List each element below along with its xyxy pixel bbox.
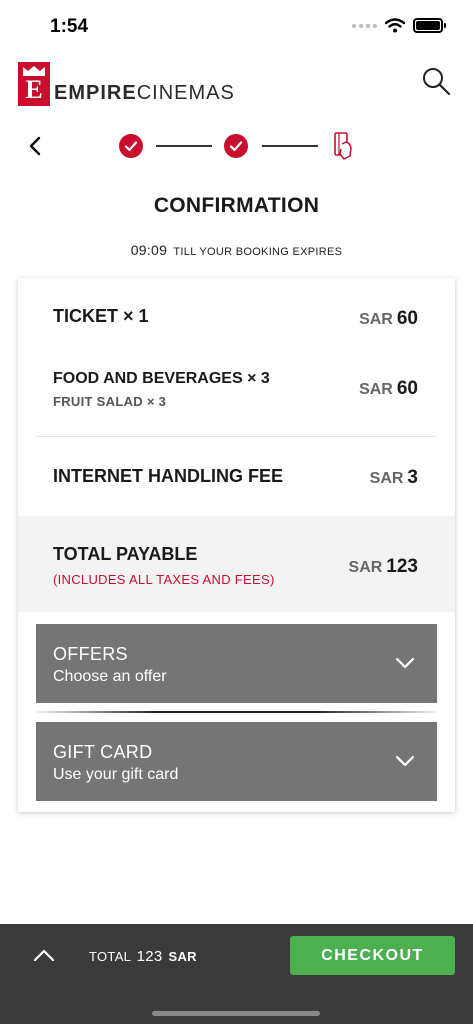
expiry-text: TILL YOUR BOOKING EXPIRES — [173, 246, 343, 258]
chevron-up-icon[interactable] — [32, 946, 56, 964]
chevron-down-icon — [395, 755, 415, 767]
footer-total-currency: SAR — [168, 949, 197, 964]
brand-name-light: CINEMAS — [136, 82, 235, 104]
total-payable-price: SAR 123 — [349, 556, 418, 578]
expiry-timer: 09:09 — [130, 242, 168, 258]
status-icons — [352, 18, 446, 33]
footer-total-amount: 123 — [136, 948, 163, 965]
logo-letter: E — [25, 75, 43, 104]
battery-icon — [413, 18, 446, 33]
payment-card-icon — [334, 132, 352, 160]
ticket-currency: SAR — [359, 311, 393, 328]
ticket-amount: 60 — [396, 308, 418, 329]
brand-name: EMPIRECINEMAS — [54, 82, 235, 106]
home-indicator — [152, 1011, 320, 1016]
checkmark-icon — [229, 141, 243, 152]
checkout-bar: TOTAL 123 SAR CHECKOUT — [0, 924, 473, 1024]
total-payable-block: TOTAL PAYABLE (INCLUDES ALL TAXES AND FE… — [18, 516, 455, 612]
checkout-button[interactable]: CHECKOUT — [290, 936, 455, 975]
gift-card-accordion[interactable]: GIFT CARD Use your gift card — [36, 722, 437, 801]
step-connector — [156, 145, 212, 147]
food-item-detail: FRUIT SALAD × 3 — [53, 394, 167, 409]
fee-amount: 3 — [407, 467, 418, 488]
food-currency: SAR — [359, 381, 393, 398]
step-1-complete — [119, 134, 143, 158]
app-header: E EMPIRECINEMAS — [0, 58, 473, 110]
order-summary-card: TICKET × 1 SAR 60 FOOD AND BEVERAGES × 3 … — [18, 278, 455, 812]
food-beverages-price: SAR 60 — [359, 378, 418, 400]
footer-total-label: TOTAL — [89, 949, 131, 964]
offers-subtitle: Choose an offer — [53, 668, 167, 685]
ticket-label: TICKET × 1 — [53, 306, 149, 326]
empire-cinemas-logo[interactable]: E EMPIRECINEMAS — [18, 62, 235, 106]
search-icon[interactable] — [421, 66, 451, 96]
accordion-separator — [36, 711, 437, 713]
step-2-complete — [224, 134, 248, 158]
wifi-icon — [385, 18, 405, 33]
offers-title: OFFERS — [53, 644, 128, 664]
fee-currency: SAR — [369, 470, 404, 487]
checkmark-icon — [124, 141, 138, 152]
total-payable-label: TOTAL PAYABLE — [53, 544, 198, 564]
total-currency: SAR — [348, 559, 383, 576]
gift-card-subtitle: Use your gift card — [53, 766, 179, 783]
back-arrow-icon[interactable] — [26, 134, 46, 158]
logo-mark: E — [18, 62, 50, 106]
handling-fee-label: INTERNET HANDLING FEE — [53, 466, 284, 486]
chevron-down-icon — [395, 657, 415, 669]
page-title: CONFIRMATION — [153, 194, 320, 217]
food-amount: 60 — [396, 378, 418, 399]
handling-fee-price: SAR 3 — [370, 467, 418, 489]
step-connector — [262, 145, 318, 147]
offers-accordion[interactable]: OFFERS Choose an offer — [36, 624, 437, 703]
brand-name-bold: EMPIRE — [54, 82, 137, 104]
gift-card-title: GIFT CARD — [53, 742, 153, 762]
status-time: 1:54 — [50, 16, 89, 37]
footer-total: TOTAL 123 SAR — [89, 948, 197, 965]
divider — [36, 436, 437, 437]
total-payable-note: (INCLUDES ALL TAXES AND FEES) — [53, 572, 275, 587]
status-bar: 1:54 — [0, 0, 473, 52]
booking-progress-stepper — [0, 130, 473, 162]
food-beverages-label: FOOD AND BEVERAGES × 3 — [53, 370, 270, 387]
cellular-signal-icon — [352, 23, 377, 28]
total-amount: 123 — [386, 556, 418, 577]
booking-expiry: 09:09 TILL YOUR BOOKING EXPIRES — [0, 242, 473, 258]
ticket-price: SAR 60 — [359, 308, 418, 330]
